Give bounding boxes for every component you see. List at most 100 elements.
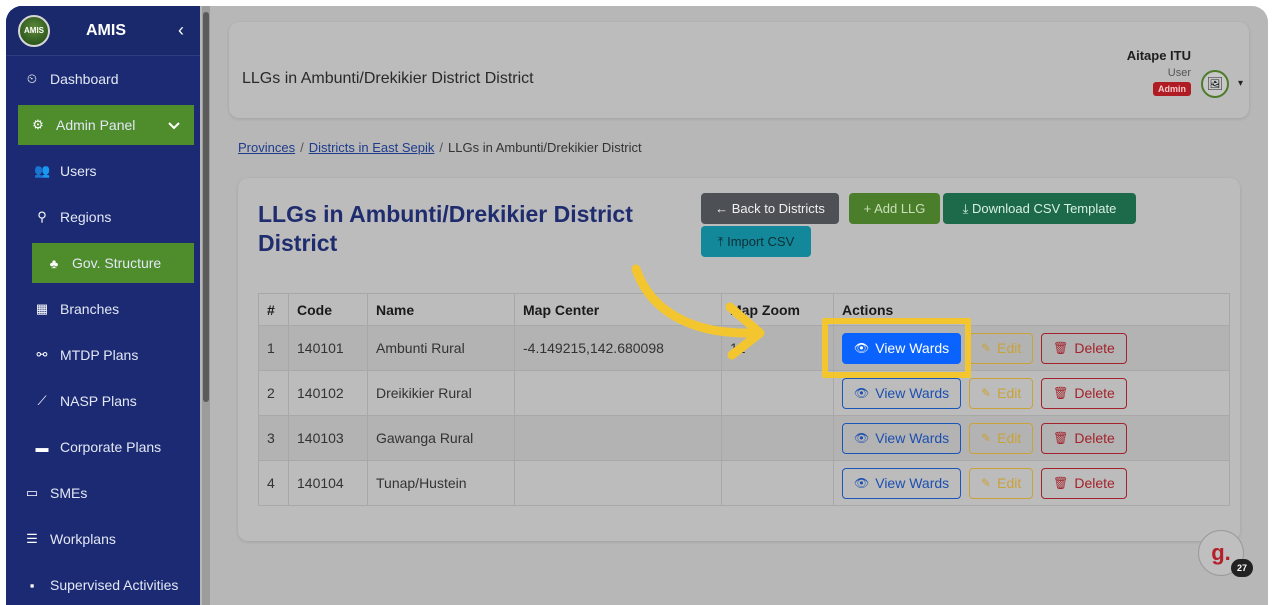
sidebar-item-label: Corporate Plans	[60, 439, 162, 455]
col-header-name: Name	[367, 293, 515, 326]
sidebar-item-label: MTDP Plans	[60, 347, 139, 363]
cell-name: Gawanga Rural	[367, 415, 515, 461]
delete-label: Delete	[1074, 430, 1115, 446]
eye-icon: 👁	[854, 386, 870, 400]
table-row: 2 140102 Dreikikier Rural 👁 View Wards ✎ E…	[258, 370, 1230, 416]
pointer-arrow-icon	[631, 264, 765, 360]
header: LLGs in Ambunti/Drekikier District Distr…	[229, 22, 1249, 118]
avatar[interactable]: 🖼	[1201, 70, 1229, 98]
col-header-code: Code	[288, 293, 368, 326]
edit-label: Edit	[997, 340, 1022, 356]
sidebar-item-label: Supervised Activities	[50, 577, 179, 593]
sidebar-item-label: SMEs	[50, 485, 88, 501]
delete-button[interactable]: 🗑 Delete	[1041, 377, 1127, 409]
users-icon: 👥	[34, 163, 51, 178]
cell-code: 140104	[288, 460, 368, 506]
back-to-districts-button[interactable]: ← Back to Districts	[701, 193, 839, 224]
sidebar-item-smes[interactable]: ▭ SMEs	[6, 470, 200, 516]
store-icon: ▭	[25, 485, 39, 500]
edit-icon: ✎	[981, 476, 992, 490]
import-csv-button[interactable]: ⤒ Import CSV	[701, 226, 811, 257]
sidebar-item-supervised-activities[interactable]: ▪ Supervised Activities	[6, 562, 200, 605]
sidebar-item-gov-structure[interactable]: ♣ Gov. Structure	[32, 243, 194, 283]
sidebar-item-label: Users	[60, 163, 97, 179]
edit-icon: ✎	[981, 341, 992, 355]
edit-button[interactable]: ✎ Edit	[969, 467, 1034, 499]
cell-num: 2	[258, 370, 289, 416]
trash-icon: 🗑	[1053, 341, 1069, 355]
sidebar-item-label: Dashboard	[50, 71, 119, 87]
sidebar-collapse-icon[interactable]: ‹	[178, 20, 184, 41]
gear-icon: ⚙	[32, 117, 44, 132]
sidebar-item-branches[interactable]: ▦ Branches	[6, 286, 200, 332]
edit-label: Edit	[997, 475, 1022, 491]
table-row: 4 140104 Tunap/Hustein 👁 View Wards ✎ Edit…	[258, 460, 1230, 506]
cell-code: 140101	[288, 325, 368, 371]
sidebar-item-users[interactable]: 👥 Users	[6, 148, 200, 194]
user-name: Aitape ITU	[1126, 48, 1191, 63]
tasks-icon: ☰	[26, 531, 38, 546]
download-csv-template-button[interactable]: ⤓ Download CSV Template	[943, 193, 1136, 224]
cell-map-zoom	[721, 415, 834, 461]
view-wards-label: View Wards	[875, 430, 950, 446]
sidebar-item-admin-panel[interactable]: ⚙ Admin Panel	[18, 105, 194, 145]
cell-num: 4	[258, 460, 289, 506]
sidebar-item-workplans[interactable]: ☰ Workplans	[6, 516, 200, 562]
cell-num: 1	[258, 325, 289, 371]
delete-label: Delete	[1074, 340, 1115, 356]
chevron-down-icon	[168, 117, 180, 133]
cell-map-zoom	[721, 370, 834, 416]
breadcrumb-separator: /	[300, 140, 304, 155]
view-wards-label: View Wards	[875, 385, 950, 401]
logo: AMIS	[18, 14, 50, 47]
sidebar-item-regions[interactable]: ⚲ Regions	[6, 194, 200, 240]
map-marker-icon: ⚲	[37, 209, 47, 224]
sidebar-item-nasp-plans[interactable]: ⟋ NASP Plans	[6, 378, 200, 424]
sidebar-item-label: Workplans	[50, 531, 116, 547]
sidebar-item-dashboard[interactable]: ⏲ Dashboard	[6, 56, 200, 102]
edit-button[interactable]: ✎ Edit	[969, 422, 1034, 454]
edit-button[interactable]: ✎ Edit	[969, 332, 1034, 364]
sidebar-item-mtdp-plans[interactable]: ⚯ MTDP Plans	[6, 332, 200, 378]
dashboard-icon: ⏲	[26, 71, 38, 86]
trash-icon: 🗑	[1053, 476, 1069, 490]
scrollbar-thumb[interactable]	[203, 12, 209, 402]
breadcrumb: Provinces / Districts in East Sepik / LLGs i…	[238, 140, 642, 155]
edit-button[interactable]: ✎ Edit	[969, 377, 1034, 409]
view-wards-button[interactable]: 👁 View Wards	[842, 467, 962, 499]
view-wards-button[interactable]: 👁 View Wards	[842, 377, 962, 409]
edit-icon: ✎	[981, 386, 992, 400]
view-wards-button[interactable]: 👁 View Wards	[842, 422, 962, 454]
building-icon: ▦	[35, 301, 49, 316]
breadcrumb-separator: /	[439, 140, 444, 155]
edit-label: Edit	[997, 385, 1022, 401]
sidebar-item-corporate-plans[interactable]: ▬ Corporate Plans	[6, 424, 200, 470]
sidebar-brand: AMIS AMIS ‹	[6, 6, 200, 56]
clipboard-icon: ▪	[29, 577, 35, 593]
caret-down-icon[interactable]: ▾	[1238, 78, 1243, 89]
eye-icon: 👁	[854, 476, 870, 490]
briefcase-icon: ▬	[35, 439, 49, 455]
user-role: User	[1167, 67, 1191, 79]
status-badge: Admin	[1153, 82, 1191, 96]
add-llg-button[interactable]: + Add LLG	[849, 193, 940, 224]
cell-name: Dreikikier Rural	[367, 370, 515, 416]
delete-button[interactable]: 🗑 Delete	[1041, 467, 1127, 499]
page-title: LLGs in Ambunti/Drekikier District Distr…	[258, 201, 633, 256]
highlight-box	[822, 318, 971, 378]
sidebar-scrollbar[interactable]	[202, 6, 210, 605]
trash-icon: 🗑	[1053, 386, 1069, 400]
cell-code: 140103	[288, 415, 368, 461]
brand-title: AMIS	[86, 21, 126, 39]
delete-button[interactable]: 🗑 Delete	[1041, 332, 1127, 364]
table-row: 3 140103 Gawanga Rural 👁 View Wards ✎ Edit…	[258, 415, 1230, 461]
delete-button[interactable]: 🗑 Delete	[1041, 422, 1127, 454]
trash-icon: 🗑	[1053, 431, 1069, 445]
breadcrumb-provinces[interactable]: Provinces	[238, 140, 295, 155]
cell-name: Ambunti Rural	[367, 325, 515, 371]
cell-map-center	[514, 415, 722, 461]
delete-label: Delete	[1074, 475, 1115, 491]
sidebar-item-label: Regions	[60, 209, 112, 225]
breadcrumb-districts[interactable]: Districts in East Sepik	[309, 140, 435, 155]
sidebar-item-label: NASP Plans	[60, 393, 137, 409]
